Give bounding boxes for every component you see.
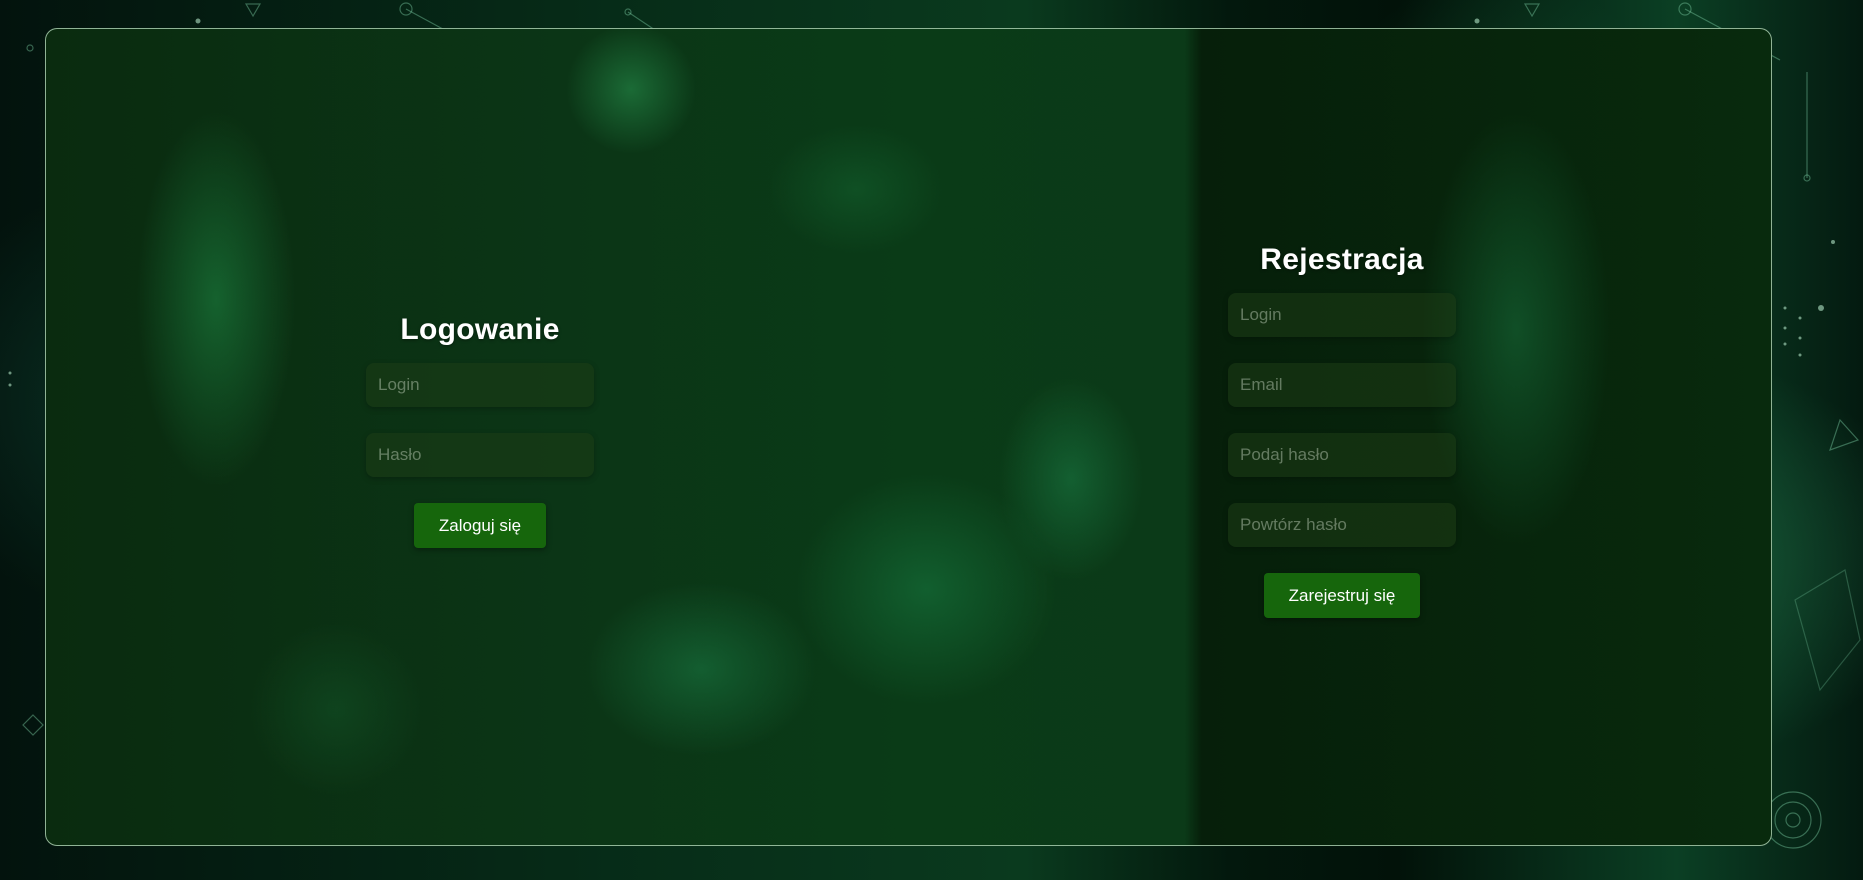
login-password-input[interactable]: [366, 433, 594, 477]
register-email-input[interactable]: [1228, 363, 1456, 407]
login-username-input[interactable]: [366, 363, 594, 407]
register-password-input[interactable]: [1228, 433, 1456, 477]
register-form: Rejestracja Zarejestruj się: [1227, 243, 1457, 618]
triangle-icon: [244, 3, 262, 18]
auth-panel: Logowanie Zaloguj się Rejestracja Zareje…: [45, 28, 1772, 846]
diamond-icon: [22, 714, 44, 736]
login-button[interactable]: Zaloguj się: [413, 503, 547, 548]
register-title: Rejestracja: [1260, 243, 1424, 276]
triangle-icon: [1523, 3, 1541, 18]
register-username-input[interactable]: [1228, 293, 1456, 337]
login-title: Logowanie: [400, 313, 560, 346]
register-repeat-password-input[interactable]: [1228, 503, 1456, 547]
register-button[interactable]: Zarejestruj się: [1263, 573, 1421, 618]
login-form: Logowanie Zaloguj się: [365, 313, 595, 548]
